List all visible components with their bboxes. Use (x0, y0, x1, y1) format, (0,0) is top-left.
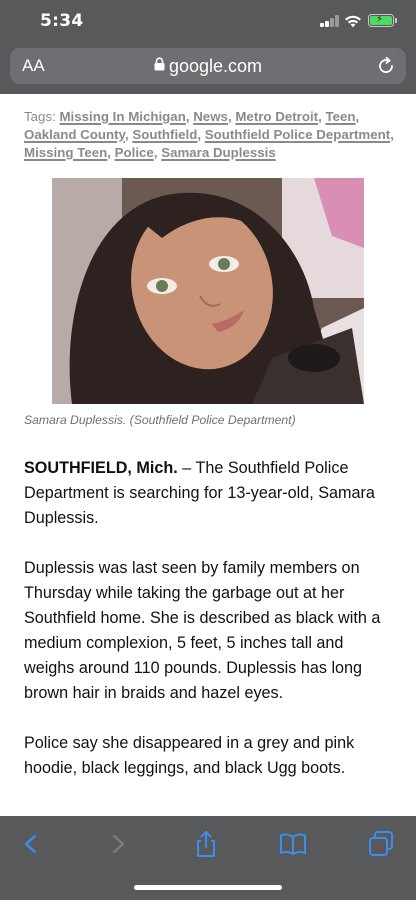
reload-icon[interactable] (376, 56, 396, 76)
battery-icon: ⚡ (368, 14, 394, 27)
wifi-icon (345, 15, 361, 28)
status-time: 5:34 (40, 11, 84, 31)
browser-top-chrome: 5:34 ⚡ AA google.com (0, 0, 416, 94)
photo-caption: Samara Duplessis. (Southfield Police Dep… (24, 413, 296, 427)
tag-link[interactable]: Oakland County (24, 127, 125, 142)
home-indicator[interactable] (134, 885, 282, 890)
tag-link[interactable]: Southfield Police Department (205, 127, 390, 142)
tag-link[interactable]: Samara Duplessis (161, 145, 276, 160)
article-dateline: SOUTHFIELD, Mich. (24, 459, 178, 477)
battery-tip (395, 18, 397, 23)
paragraph-3: Police say she disappeared in a grey and… (24, 734, 355, 777)
tabs-icon[interactable] (366, 829, 396, 859)
share-icon[interactable] (191, 829, 221, 859)
lock-icon (154, 57, 165, 71)
tag-link[interactable]: Southfield (132, 127, 197, 142)
tag-link[interactable]: Missing In Michigan (59, 109, 185, 124)
cellular-signal-icon (320, 15, 340, 27)
paragraph-2: Duplessis was last seen by family member… (24, 559, 381, 702)
paragraph-1: SOUTHFIELD, Mich. – The Southfield Polic… (24, 456, 396, 531)
article-photo (52, 178, 364, 404)
tag-link[interactable]: Teen (325, 109, 355, 124)
chevron-right-icon[interactable] (103, 829, 133, 859)
address-bar[interactable]: AA google.com (10, 48, 406, 84)
url-domain: google.com (168, 56, 263, 76)
chevron-left-icon[interactable] (16, 829, 46, 859)
article: Tags: Missing In Michigan, News, Metro D… (24, 108, 396, 162)
url-display[interactable]: google.com (10, 56, 406, 77)
tags-label: Tags: (24, 109, 56, 124)
tag-link[interactable]: Police (115, 145, 154, 160)
status-bar: 5:34 ⚡ (0, 0, 416, 44)
tag-link[interactable]: News (193, 109, 228, 124)
book-icon[interactable] (278, 829, 308, 859)
tag-link[interactable]: Missing Teen (24, 145, 107, 160)
tag-link[interactable]: Metro Detroit (235, 109, 318, 124)
article-body: SOUTHFIELD, Mich. – The Southfield Polic… (24, 456, 396, 806)
article-tags: Tags: Missing In Michigan, News, Metro D… (24, 109, 394, 160)
